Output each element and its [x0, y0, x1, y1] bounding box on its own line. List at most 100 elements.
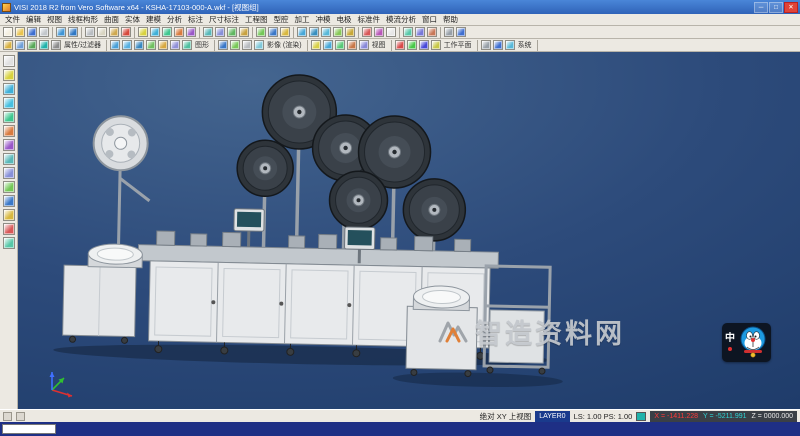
menu-item-3[interactable]: 线框构形: [65, 14, 101, 25]
style-filter-icon[interactable]: [51, 40, 61, 50]
settings-icon[interactable]: [481, 40, 491, 50]
move-tool-icon[interactable]: [3, 237, 15, 249]
side-view-icon[interactable]: [335, 40, 345, 50]
color-filter-icon[interactable]: [39, 40, 49, 50]
trim-tool-icon[interactable]: [3, 181, 15, 193]
menu-item-13[interactable]: 冲模: [313, 14, 334, 25]
zoom-in-icon[interactable]: [297, 27, 307, 37]
rotate-3d-icon[interactable]: [158, 40, 168, 50]
workplane-custom-icon[interactable]: [431, 40, 441, 50]
render-icon[interactable]: [280, 27, 290, 37]
layer-button[interactable]: LAYER0: [535, 411, 569, 422]
fillet-tool-icon[interactable]: [3, 195, 15, 207]
wireframe-mode-icon[interactable]: [230, 40, 240, 50]
text-icon[interactable]: [386, 27, 396, 37]
top-view-icon[interactable]: [311, 40, 321, 50]
grid-settings-icon[interactable]: [16, 412, 25, 421]
menu-item-16[interactable]: 模流分析: [383, 14, 419, 25]
zoom-window-icon[interactable]: [122, 40, 132, 50]
transparency-icon[interactable]: [254, 40, 264, 50]
menu-item-2[interactable]: 视图: [44, 14, 65, 25]
select-icon[interactable]: [3, 55, 15, 67]
menu-item-1[interactable]: 编辑: [23, 14, 44, 25]
undo-icon[interactable]: [56, 27, 66, 37]
open-icon[interactable]: [15, 27, 25, 37]
menu-item-9[interactable]: 尺寸标注: [206, 14, 242, 25]
text-tool-icon[interactable]: [3, 209, 15, 221]
cad-viewport[interactable]: 智造资料网 中: [18, 52, 800, 409]
iso-view-icon[interactable]: [347, 40, 357, 50]
offset-tool-icon[interactable]: [3, 167, 15, 179]
curve-icon[interactable]: [186, 27, 196, 37]
hidden-line-icon[interactable]: [242, 40, 252, 50]
point-icon[interactable]: [138, 27, 148, 37]
point-tool-icon[interactable]: [3, 69, 15, 81]
menu-item-18[interactable]: 帮助: [440, 14, 461, 25]
paste-icon[interactable]: [109, 27, 119, 37]
close-button[interactable]: ✕: [784, 2, 798, 13]
pan-view-icon[interactable]: [146, 40, 156, 50]
circle-icon[interactable]: [174, 27, 184, 37]
layer-filter-icon[interactable]: [27, 40, 37, 50]
attributes-icon[interactable]: [3, 40, 13, 50]
refresh-icon[interactable]: [182, 40, 192, 50]
view-mode-label[interactable]: 绝对 XY 上视图: [480, 411, 532, 422]
new-icon[interactable]: [3, 27, 13, 37]
rotate-view-icon[interactable]: [345, 27, 355, 37]
line-tool-icon[interactable]: [3, 83, 15, 95]
redraw-icon[interactable]: [110, 40, 120, 50]
minimize-button[interactable]: ─: [754, 2, 768, 13]
command-input[interactable]: [2, 424, 56, 434]
workplane-yz-icon[interactable]: [407, 40, 417, 50]
dimension-icon[interactable]: [374, 27, 384, 37]
pan-icon[interactable]: [333, 27, 343, 37]
color-swatch[interactable]: [636, 412, 646, 421]
maximize-button[interactable]: □: [769, 2, 783, 13]
erase-tool-icon[interactable]: [3, 223, 15, 235]
menu-item-15[interactable]: 标准件: [355, 14, 384, 25]
copy-icon[interactable]: [97, 27, 107, 37]
menu-item-4[interactable]: 曲面: [101, 14, 122, 25]
wireframe-icon[interactable]: [256, 27, 266, 37]
measure-icon[interactable]: [362, 27, 372, 37]
shaded-icon[interactable]: [268, 27, 278, 37]
array-icon[interactable]: [427, 27, 437, 37]
help-icon[interactable]: [456, 27, 466, 37]
info-icon[interactable]: [505, 40, 515, 50]
fillet-icon[interactable]: [227, 27, 237, 37]
menu-item-7[interactable]: 分析: [164, 14, 185, 25]
filter-icon[interactable]: [15, 40, 25, 50]
calculator-icon[interactable]: [493, 40, 503, 50]
previous-view-icon[interactable]: [170, 40, 180, 50]
options-icon[interactable]: [444, 27, 454, 37]
circle-tool-icon[interactable]: [3, 125, 15, 137]
menu-item-6[interactable]: 建模: [143, 14, 164, 25]
solid-icon[interactable]: [215, 27, 225, 37]
zoom-fit-icon[interactable]: [321, 27, 331, 37]
delete-icon[interactable]: [121, 27, 131, 37]
zoom-out-icon[interactable]: [309, 27, 319, 37]
spline-tool-icon[interactable]: [3, 153, 15, 165]
workplane-xy-icon[interactable]: [395, 40, 405, 50]
zoom-all-icon[interactable]: [134, 40, 144, 50]
menu-item-17[interactable]: 窗口: [419, 14, 440, 25]
front-view-icon[interactable]: [323, 40, 333, 50]
menu-item-12[interactable]: 加工: [292, 14, 313, 25]
menu-item-8[interactable]: 标注: [185, 14, 206, 25]
menu-item-10[interactable]: 工程图: [242, 14, 271, 25]
menu-item-5[interactable]: 实体: [122, 14, 143, 25]
polyline-tool-icon[interactable]: [3, 97, 15, 109]
chamfer-icon[interactable]: [239, 27, 249, 37]
mirror-icon[interactable]: [415, 27, 425, 37]
save-icon[interactable]: [27, 27, 37, 37]
snap-settings-icon[interactable]: [3, 412, 12, 421]
shaded-mode-icon[interactable]: [218, 40, 228, 50]
saved-views-icon[interactable]: [359, 40, 369, 50]
transform-icon[interactable]: [403, 27, 413, 37]
menu-item-14[interactable]: 电极: [334, 14, 355, 25]
menu-item-11[interactable]: 型腔: [271, 14, 292, 25]
menu-item-0[interactable]: 文件: [2, 14, 23, 25]
doraemon-sticker[interactable]: 中: [722, 323, 771, 362]
rectangle-tool-icon[interactable]: [3, 139, 15, 151]
cut-icon[interactable]: [85, 27, 95, 37]
